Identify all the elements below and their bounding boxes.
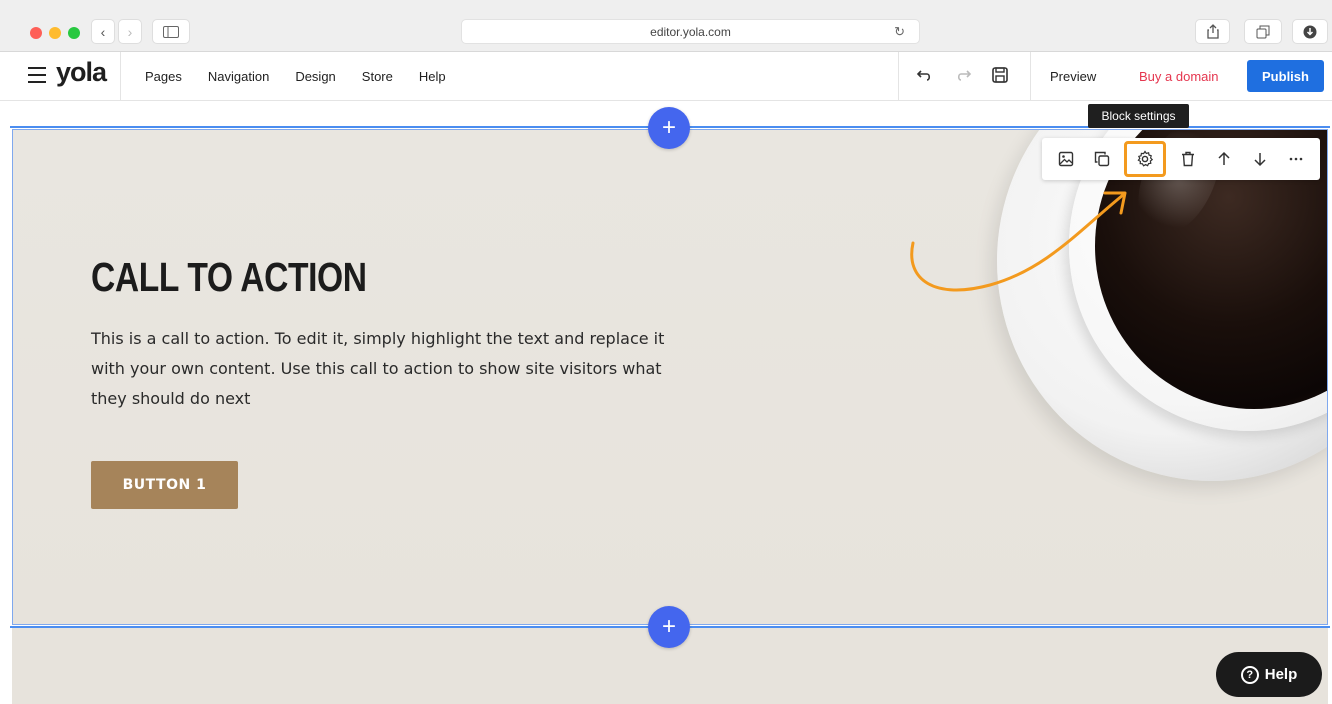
save-icon[interactable] bbox=[990, 65, 1010, 85]
editor-menu: Pages Navigation Design Store Help bbox=[145, 69, 472, 84]
help-label: Help bbox=[1264, 666, 1298, 683]
divider bbox=[1030, 52, 1031, 101]
menu-item-navigation[interactable]: Navigation bbox=[208, 69, 269, 84]
arrow-up-icon[interactable] bbox=[1210, 145, 1238, 173]
downloads-button[interactable] bbox=[1292, 19, 1328, 44]
block-toolbar bbox=[1042, 138, 1320, 180]
redo-icon[interactable] bbox=[953, 65, 973, 85]
publish-button[interactable]: Publish bbox=[1247, 60, 1324, 92]
url-text: editor.yola.com bbox=[650, 24, 731, 39]
annotation-arrow-icon bbox=[910, 191, 1127, 292]
share-button[interactable] bbox=[1195, 19, 1230, 44]
close-window-button[interactable] bbox=[30, 27, 42, 39]
undo-icon[interactable] bbox=[915, 65, 935, 85]
reload-icon[interactable]: ↻ bbox=[894, 24, 905, 40]
back-button[interactable]: ‹ bbox=[91, 19, 115, 44]
duplicate-icon[interactable] bbox=[1088, 145, 1116, 173]
minimize-window-button[interactable] bbox=[49, 27, 61, 39]
buy-domain-link[interactable]: Buy a domain bbox=[1139, 69, 1219, 84]
download-icon bbox=[1303, 25, 1317, 38]
menu-item-pages[interactable]: Pages bbox=[145, 69, 182, 84]
hamburger-menu-icon[interactable] bbox=[28, 67, 46, 83]
sidebar-icon bbox=[163, 25, 179, 38]
divider bbox=[120, 52, 121, 101]
browser-titlebar: ‹ › editor.yola.com ↻ bbox=[0, 0, 1332, 52]
question-icon: ? bbox=[1240, 665, 1259, 684]
cta-heading[interactable]: CALL TO ACTION bbox=[91, 254, 367, 301]
maximize-window-button[interactable] bbox=[68, 27, 80, 39]
tabs-overview-button[interactable] bbox=[1244, 19, 1282, 44]
yola-logo[interactable]: yola bbox=[56, 57, 107, 88]
arrow-down-icon[interactable] bbox=[1246, 145, 1274, 173]
address-bar[interactable]: editor.yola.com ↻ bbox=[461, 19, 920, 44]
forward-button[interactable]: › bbox=[118, 19, 142, 44]
browser-window: ‹ › editor.yola.com ↻ yola Pages Navigat… bbox=[0, 0, 1332, 704]
add-block-above-button[interactable]: + bbox=[648, 107, 690, 149]
cta-button[interactable]: BUTTON 1 bbox=[91, 461, 238, 509]
help-button[interactable]: ? Help bbox=[1216, 652, 1322, 697]
image-icon[interactable] bbox=[1052, 145, 1080, 173]
divider bbox=[898, 52, 899, 101]
share-icon bbox=[1206, 24, 1219, 39]
tabs-icon bbox=[1256, 25, 1270, 38]
menu-item-design[interactable]: Design bbox=[295, 69, 335, 84]
chevron-left-icon: ‹ bbox=[100, 23, 106, 40]
cta-body-text[interactable]: This is a call to action. To edit it, si… bbox=[91, 324, 671, 414]
add-block-below-button[interactable]: + bbox=[648, 606, 690, 648]
block-settings-button[interactable] bbox=[1124, 141, 1166, 177]
more-icon[interactable] bbox=[1282, 145, 1310, 173]
editor-toolbar: yola Pages Navigation Design Store Help … bbox=[0, 52, 1332, 101]
chevron-right-icon: › bbox=[127, 23, 133, 40]
menu-item-store[interactable]: Store bbox=[362, 69, 393, 84]
trash-icon[interactable] bbox=[1174, 145, 1202, 173]
block-settings-tooltip: Block settings bbox=[1088, 104, 1189, 128]
preview-button[interactable]: Preview bbox=[1050, 69, 1096, 84]
sidebar-toggle-button[interactable] bbox=[152, 19, 190, 44]
gear-icon bbox=[1137, 150, 1154, 167]
menu-item-help[interactable]: Help bbox=[419, 69, 446, 84]
